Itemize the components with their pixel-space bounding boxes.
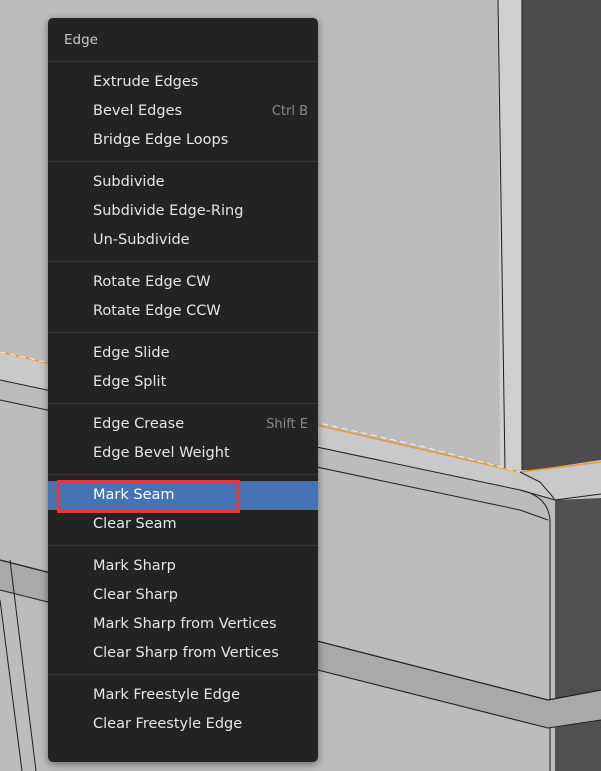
menu-item-bridge-edge-loops[interactable]: Bridge Edge Loops — [48, 126, 318, 155]
menu-item-label: Subdivide — [93, 174, 165, 190]
menu-item-label: Mark Sharp from Vertices — [93, 616, 277, 632]
menu-item-label: Subdivide Edge-Ring — [93, 203, 244, 219]
menu-item-label: Bridge Edge Loops — [93, 132, 229, 148]
menu-item-extrude-edges[interactable]: Extrude Edges — [48, 68, 318, 97]
menu-group-crease: Edge Crease Shift E Edge Bevel Weight — [48, 404, 318, 475]
menu-item-label: Mark Sharp — [93, 558, 176, 574]
menu-item-label: Edge Bevel Weight — [93, 445, 230, 461]
menu-item-mark-sharp[interactable]: Mark Sharp — [48, 552, 318, 581]
menu-group-rotate: Rotate Edge CW Rotate Edge CCW — [48, 262, 318, 333]
menu-item-label: Extrude Edges — [93, 74, 199, 90]
menu-item-label: Clear Sharp — [93, 587, 178, 603]
shortcut-label: Shift E — [266, 417, 308, 432]
edge-context-menu: Edge Extrude Edges Bevel Edges Ctrl B Br… — [48, 18, 318, 762]
menu-group-slide: Edge Slide Edge Split — [48, 333, 318, 404]
menu-item-clear-sharp[interactable]: Clear Sharp — [48, 581, 318, 610]
menu-group-seam: Mark Seam Clear Seam — [48, 475, 318, 546]
menu-item-rotate-edge-ccw[interactable]: Rotate Edge CCW — [48, 297, 318, 326]
menu-item-bevel-edges[interactable]: Bevel Edges Ctrl B — [48, 97, 318, 126]
menu-item-label: Edge Split — [93, 374, 167, 390]
menu-item-label: Clear Freestyle Edge — [93, 716, 243, 732]
menu-item-mark-seam[interactable]: Mark Seam — [48, 480, 318, 513]
menu-item-mark-sharp-from-vertices[interactable]: Mark Sharp from Vertices — [48, 610, 318, 639]
menu-item-clear-seam[interactable]: Clear Seam — [48, 510, 318, 539]
menu-item-subdivide-edge-ring[interactable]: Subdivide Edge-Ring — [48, 197, 318, 226]
menu-item-label: Edge Slide — [93, 345, 170, 361]
menu-item-edge-split[interactable]: Edge Split — [48, 368, 318, 397]
menu-item-label: Mark Seam — [93, 487, 175, 503]
menu-item-label: Rotate Edge CW — [93, 274, 211, 290]
menu-title: Edge — [48, 18, 318, 62]
shortcut-label: Ctrl B — [271, 104, 308, 119]
menu-item-subdivide[interactable]: Subdivide — [48, 168, 318, 197]
menu-group-sharp: Mark Sharp Clear Sharp Mark Sharp from V… — [48, 546, 318, 675]
menu-item-label: Un-Subdivide — [93, 232, 190, 248]
menu-group-freestyle: Mark Freestyle Edge Clear Freestyle Edge — [48, 675, 318, 745]
menu-item-label: Clear Seam — [93, 516, 177, 532]
menu-item-clear-sharp-from-vertices[interactable]: Clear Sharp from Vertices — [48, 639, 318, 668]
menu-item-edge-slide[interactable]: Edge Slide — [48, 339, 318, 368]
menu-item-rotate-edge-cw[interactable]: Rotate Edge CW — [48, 268, 318, 297]
menu-item-label: Clear Sharp from Vertices — [93, 645, 279, 661]
menu-item-label: Rotate Edge CCW — [93, 303, 221, 319]
menu-item-label: Bevel Edges — [93, 103, 183, 119]
menu-item-clear-freestyle-edge[interactable]: Clear Freestyle Edge — [48, 710, 318, 739]
menu-item-label: Edge Crease — [93, 416, 185, 432]
menu-item-edge-bevel-weight[interactable]: Edge Bevel Weight — [48, 439, 318, 468]
menu-item-edge-crease[interactable]: Edge Crease Shift E — [48, 410, 318, 439]
menu-item-mark-freestyle-edge[interactable]: Mark Freestyle Edge — [48, 681, 318, 710]
menu-group-extrude: Extrude Edges Bevel Edges Ctrl B Bridge … — [48, 62, 318, 162]
menu-item-label: Mark Freestyle Edge — [93, 687, 241, 703]
menu-item-un-subdivide[interactable]: Un-Subdivide — [48, 226, 318, 255]
menu-group-subdivide: Subdivide Subdivide Edge-Ring Un-Subdivi… — [48, 162, 318, 262]
